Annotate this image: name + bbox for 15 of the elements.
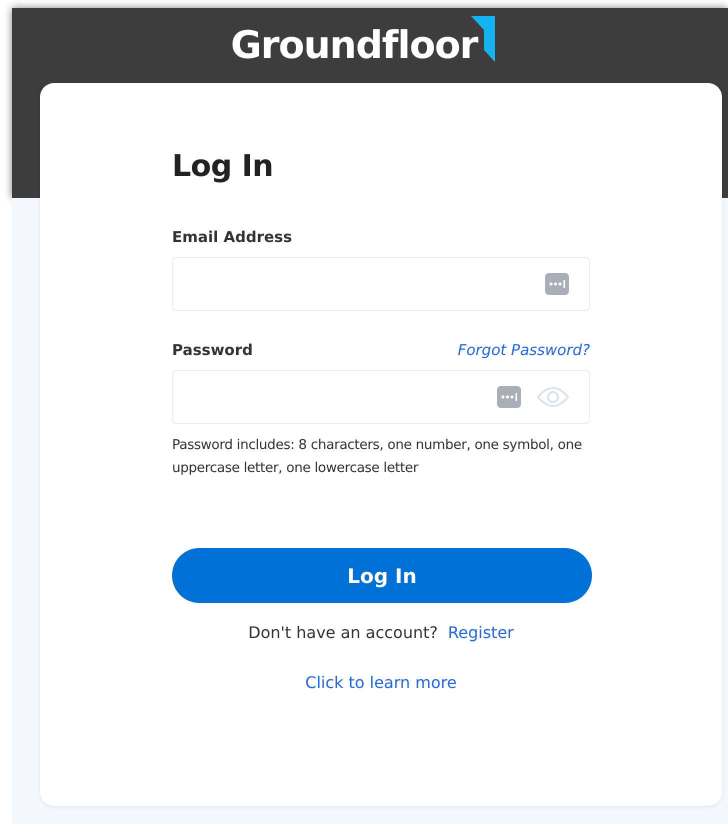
email-field[interactable]	[172, 257, 590, 311]
field-label: Password	[172, 341, 253, 359]
eye-icon[interactable]	[537, 385, 569, 409]
forgot-password-link[interactable]: Forgot Password?	[458, 341, 590, 359]
autofill-icon	[545, 273, 569, 295]
learn-more-link[interactable]: Click to learn more	[305, 673, 457, 692]
field-label: Email Address	[172, 228, 292, 246]
register-link[interactable]: Register	[448, 623, 514, 642]
page-title: Log In	[172, 149, 274, 184]
password-field[interactable]	[172, 370, 590, 424]
login-button[interactable]: Log In	[172, 548, 592, 603]
logo-text: Groundfloor	[230, 22, 478, 68]
register-prompt: Don't have an account?	[248, 623, 438, 642]
password-hint: Password includes: 8 characters, one number, one symbol, one uppercase letter, one lowercase letter	[172, 436, 583, 478]
autofill-icon	[497, 386, 521, 408]
